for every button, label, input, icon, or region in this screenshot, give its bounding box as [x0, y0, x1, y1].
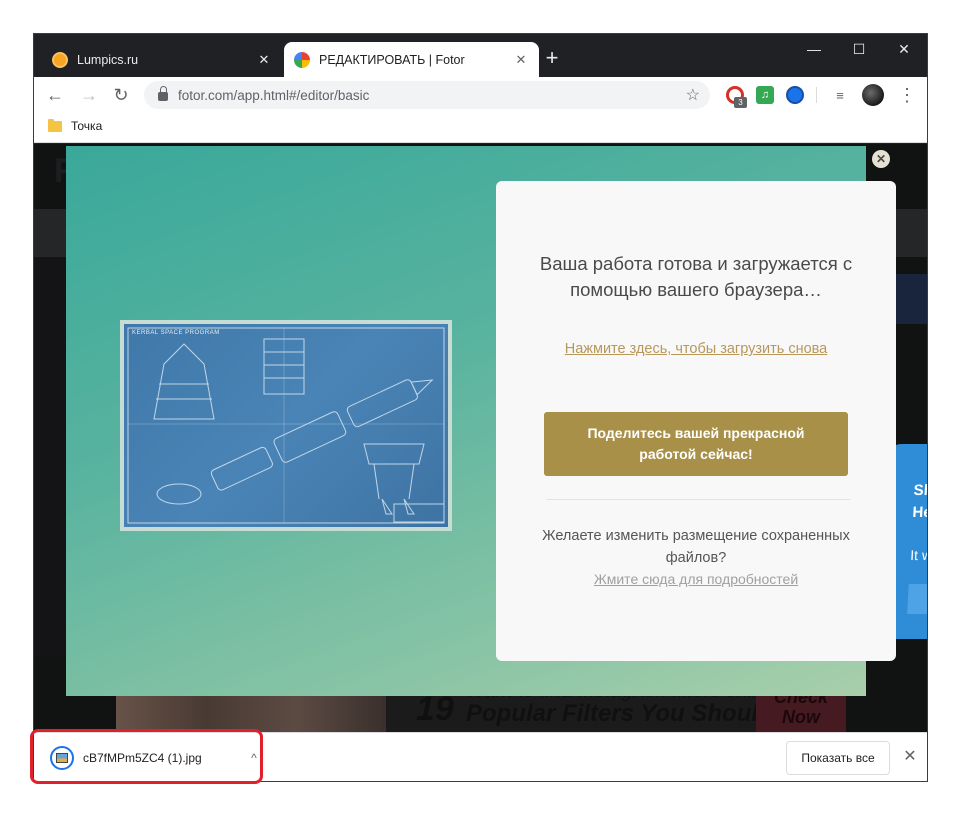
- folder-icon: [48, 118, 62, 132]
- image-preview: KERBAL SPACE PROGRAM: [120, 320, 452, 531]
- promo-text: It w: [909, 547, 928, 563]
- title-bar: Lumpics.ru ✕ РЕДАКТИРОВАТЬ | Fotor ✕ + —…: [34, 34, 927, 77]
- tab-close-icon[interactable]: ✕: [513, 52, 529, 68]
- url-text[interactable]: fotor.com/app.html#/editor/basic: [178, 88, 686, 103]
- promo-button[interactable]: [907, 584, 927, 614]
- tab-fotor[interactable]: РЕДАКТИРОВАТЬ | Fotor ✕: [284, 42, 539, 77]
- share-button[interactable]: Поделитесь вашей прекрасной работой сейч…: [544, 412, 848, 476]
- blueprint-image: KERBAL SPACE PROGRAM: [124, 324, 448, 527]
- tab-lumpics[interactable]: Lumpics.ru ✕: [42, 42, 282, 77]
- panel-title: Ваша работа готова и загружается с помощ…: [539, 253, 853, 300]
- lock-icon[interactable]: [158, 86, 168, 101]
- address-bar[interactable]: fotor.com/app.html#/editor/basic ☆: [144, 81, 710, 109]
- forward-arrow-icon[interactable]: →: [76, 83, 102, 107]
- browser-window: Lumpics.ru ✕ РЕДАКТИРОВАТЬ | Fotor ✕ + —…: [33, 33, 928, 782]
- media-controls-icon[interactable]: ≡: [831, 88, 849, 106]
- tab-title: Lumpics.ru: [77, 52, 139, 67]
- tab-title: РЕДАКТИРОВАТЬ | Fotor: [319, 52, 465, 67]
- promo-line: He: [912, 504, 928, 521]
- browser-toolbar: ← → ↻ fotor.com/app.html#/editor/basic ☆…: [34, 77, 927, 113]
- save-location-question: Желаете изменить размещение сохраненных …: [542, 528, 850, 566]
- maximize-icon[interactable]: ☐: [839, 36, 879, 62]
- download-panel: Ваша работа готова и загружается с помощ…: [496, 181, 896, 661]
- vpn-extension-icon[interactable]: [786, 86, 804, 104]
- more-info-link[interactable]: Жмите сюда для подробностей: [496, 571, 896, 587]
- back-arrow-icon[interactable]: ←: [42, 83, 68, 107]
- window-close-icon[interactable]: ✕: [884, 36, 924, 62]
- modal-close-icon[interactable]: ✕: [872, 150, 890, 168]
- retry-download-link[interactable]: Нажмите здесь, чтобы загрузить снова: [496, 341, 896, 357]
- promo-line: Sh: [913, 482, 928, 499]
- new-tab-icon[interactable]: +: [539, 46, 565, 72]
- minimize-icon[interactable]: —: [794, 36, 834, 62]
- bookmarks-bar: Точка: [34, 113, 927, 143]
- reload-icon[interactable]: ↻: [108, 83, 134, 107]
- download-item-highlight: [30, 729, 263, 784]
- lumpics-favicon-icon: [52, 51, 68, 68]
- panel-divider: [546, 499, 850, 500]
- bookmark-label: Точка: [71, 119, 103, 133]
- show-all-downloads-button[interactable]: Показать все: [786, 741, 890, 775]
- tab-close-icon[interactable]: ✕: [256, 52, 272, 68]
- extension-badge: 3: [734, 97, 747, 108]
- browser-menu-icon[interactable]: ⋮: [898, 83, 916, 107]
- fotor-favicon-icon: [294, 51, 310, 68]
- music-extension-icon[interactable]: ♫: [756, 86, 774, 104]
- bookmark-folder-tochka[interactable]: Точка: [48, 118, 103, 133]
- toolbar-divider: [816, 87, 817, 103]
- page-viewport: F 19 Want to find Instagram filters onli…: [34, 144, 928, 732]
- download-ready-modal: KERBAL SPACE PROGRAM Ваша работа готова …: [66, 146, 896, 696]
- preview-caption: KERBAL SPACE PROGRAM: [132, 330, 220, 336]
- profile-avatar[interactable]: [862, 84, 884, 106]
- download-bar-close-icon[interactable]: ✕: [900, 747, 920, 767]
- bookmark-star-icon[interactable]: ☆: [686, 85, 700, 105]
- blueprint-drawing: [127, 327, 445, 524]
